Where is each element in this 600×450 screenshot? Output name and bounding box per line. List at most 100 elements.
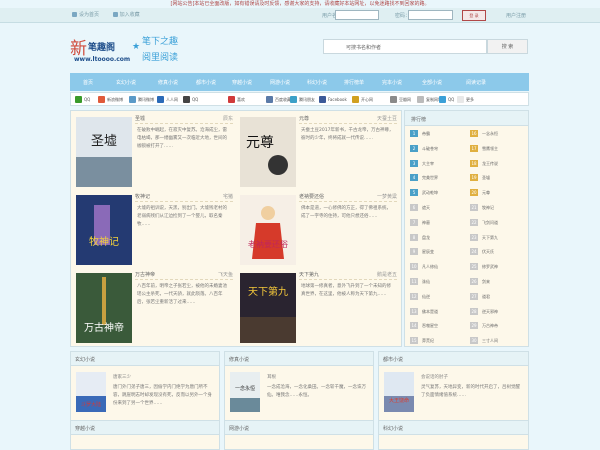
book-title[interactable]: 天下第九 [299,271,319,278]
rank-item[interactable]: 11 诛仙 [410,278,470,286]
rank-book-title: 逆天邪神 [482,308,498,314]
rank-item[interactable]: 30 三寸人间 [470,337,530,345]
rank-item[interactable]: 28 逆天邪神 [470,307,530,316]
logo-slogan-2: 阅里阅读 [142,53,179,63]
book-desc: 八百年前，明帝之子张若尘，被他的未婚妻池瑶公主杀死，一代天骄，就此陨落。八百年后… [137,284,227,305]
category-panel: 玄幻小说 斗罗大陆 唐家三少 唐门外门弟子唐三，因偷学内门绝学为唐门所不容，跳崖… [70,351,220,423]
book-cover[interactable]: 一念永恒 [230,372,260,412]
book-title[interactable]: 牧神记 [135,193,150,200]
nav-item[interactable]: 排行榜单 [344,79,364,86]
rank-item[interactable]: 17 雪鹰领主 [470,144,530,153]
book-cover[interactable]: 老衲要还俗 [240,195,296,265]
rank-item[interactable]: 5 武动乾坤 [410,189,470,197]
category-panel: 穿越小说 [70,420,220,450]
book-title[interactable]: 圣墟 [135,115,145,122]
book-cover[interactable]: 元尊 [240,117,296,187]
book-cover[interactable]: 牧神记 [76,195,132,265]
book-cover[interactable]: 万古神帝 [76,273,132,343]
book-card[interactable]: 元尊 元尊 天蚕土豆 天蚕土豆2017年新书，千古龙帝，万古神尊，彼时的少年，终将… [235,111,400,189]
login-button[interactable]: 登 录 [462,10,486,21]
rank-item[interactable]: 16 一念永恒 [470,130,530,138]
book-card[interactable]: 老衲要还俗 老衲要还俗 一梦黄粱 佛本是道，一心修佛的方正，得了佛祖系统，成了一字… [235,189,400,267]
rank-item[interactable]: 6 遮天 [410,204,470,212]
book-cover[interactable]: 圣墟 [76,117,132,187]
rank-item[interactable]: 12 仙逆 [410,292,470,301]
nav-item[interactable]: 玄幻小说 [116,79,136,86]
panel-book-author[interactable]: 耳根 [267,374,276,380]
add-favorite-link[interactable]: 加入收藏 [112,12,140,18]
share-label: 新浪微博 [107,97,123,102]
rank-item[interactable]: 20 元尊 [470,189,530,197]
nav-item[interactable]: 完本小说 [382,79,402,86]
nav-item[interactable]: 阅读记录 [466,79,486,86]
cover-title: 万古神帝 [84,321,124,334]
book-card[interactable]: 天下第九 天下第九 鹅是老五 地球第一修真者，意外飞升到了一个未知的修真世界，在这… [235,267,400,345]
rank-number: 25 [470,263,478,271]
rank-item[interactable]: 1 帝霸 [410,130,470,138]
book-card[interactable]: 万古神帝 万古神帝 飞天鱼 八百年前，明帝之子张若尘，被他的未婚妻池瑶公主杀死，一… [71,267,236,345]
rank-item[interactable]: 4 完美世界 [410,174,470,182]
nav-item[interactable]: 都市小说 [196,79,216,86]
book-title[interactable]: 万古神帝 [135,271,155,278]
set-homepage-link[interactable]: 设为首页 [72,12,99,18]
rank-number: 21 [470,204,478,211]
rank-item[interactable]: 26 剑来 [470,278,530,286]
nav-item[interactable]: 网游小说 [270,79,290,86]
rank-item[interactable]: 23 天下第九 [470,233,530,242]
share-icon [129,96,136,103]
rank-item[interactable]: 15 莽荒纪 [410,337,470,345]
rank-item[interactable]: 18 龙王传说 [470,159,530,168]
rank-item[interactable]: 25 修罗武神 [470,263,530,271]
book-card[interactable]: 圣墟 圣墟 辰东 在破败中崛起，在寂灭中复苏。沧海成尘，雷电枯竭，那一缕幽雾又一次… [71,111,236,189]
book-cover[interactable]: 大王饶命 [384,372,414,412]
book-cover[interactable]: 天下第九 [240,273,296,343]
nav-item[interactable]: 科幻小说 [307,79,327,86]
nav-item[interactable]: 修真小说 [158,79,178,86]
rank-item[interactable]: 19 圣墟 [470,174,530,182]
rank-item[interactable]: 9 星辰变 [410,248,470,256]
register-link[interactable]: 用户注册 [506,12,526,19]
rank-book-title: 雪鹰领主 [482,145,498,151]
rank-item[interactable]: 7 神墓 [410,218,470,227]
panel-book-author[interactable]: 唐家三少 [113,374,131,380]
panel-title: 修真小说 [229,357,250,363]
rank-number: 1 [410,130,418,137]
rank-item[interactable]: 27 道君 [470,292,530,301]
rank-number: 8 [410,233,418,241]
password-input[interactable] [408,10,453,20]
book-title[interactable]: 元尊 [299,115,309,122]
nav-item[interactable]: 首页 [83,79,93,86]
rank-item[interactable]: 29 万古神帝 [470,322,530,330]
rank-number: 10 [410,263,418,271]
nav-item[interactable]: 穿越小说 [232,79,252,86]
rank-item[interactable]: 14 吞噬星空 [410,322,470,330]
book-cover[interactable]: 斗罗大陆 [76,372,106,412]
share-icon [228,96,235,103]
nav-item[interactable]: 全部小说 [422,79,442,86]
category-panel: 科幻小说 [378,420,529,450]
rank-item[interactable]: 13 佛本是道 [410,307,470,316]
site-logo[interactable]: 新 笔趣阁 www.ltoooo.com ★ 笔下之趣 阅里阅读 [70,32,190,66]
rank-item[interactable]: 22 飞剑问道 [470,218,530,227]
panel-book-author[interactable]: 会说话的肘子 [421,374,448,380]
username-input[interactable] [335,10,379,20]
rank-item[interactable]: 3 大主宰 [410,159,470,168]
share-label: 喜欢 [237,97,245,102]
search-button[interactable]: 搜 索 [487,39,528,54]
rank-item[interactable]: 8 盘龙 [410,233,470,242]
featured-books: 圣墟 圣墟 辰东 在破败中崛起，在寂灭中复苏。沧海成尘，雷电枯竭，那一缕幽雾又一次… [70,110,402,347]
ranking-title: 排行榜 [411,117,427,123]
rank-item[interactable]: 2 斗破苍穹 [410,144,470,153]
rank-number: 22 [470,218,478,226]
rank-item[interactable]: 24 伏天氏 [470,248,530,256]
category-panel: 网游小说 [224,420,374,450]
book-author: 天蚕土豆 [376,116,397,122]
rank-item[interactable]: 21 牧神记 [470,204,530,212]
rank-number: 9 [410,248,418,256]
share-label: Facebook [328,97,347,102]
rank-item[interactable]: 10 凡人修仙 [410,263,470,271]
search-input[interactable]: 可搜书名和作者 [323,39,487,54]
book-title[interactable]: 老衲要还俗 [299,193,324,200]
book-card[interactable]: 牧神记 牧神记 宅猪 大墟的祖训说，天黑，别出门。大墟残老村的老弱病残们从江边捡到… [71,189,236,267]
rank-book-title: 修罗武神 [482,264,498,270]
